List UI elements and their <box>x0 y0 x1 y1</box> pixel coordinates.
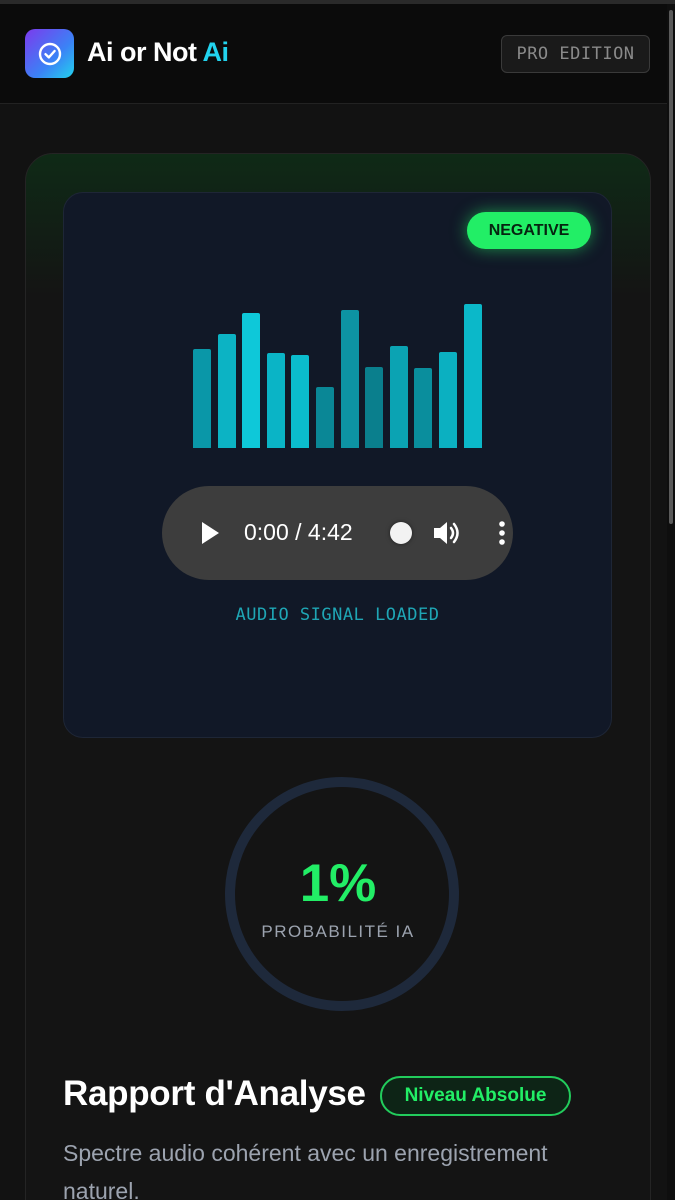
play-icon[interactable] <box>199 520 221 546</box>
pro-edition-badge: PRO EDITION <box>501 35 650 73</box>
playback-time: 0:00 / 4:42 <box>244 519 353 545</box>
app-title-main: Ai or Not <box>87 37 203 67</box>
audio-panel <box>63 192 612 738</box>
app-title: Ai or Not Ai <box>87 37 229 68</box>
confidence-level-badge: Niveau Absolue <box>380 1076 571 1116</box>
scrollbar-thumb[interactable] <box>669 10 673 524</box>
ai-probability-value: 1% <box>299 854 377 913</box>
app-title-accent: Ai <box>202 37 230 67</box>
negative-status-badge: NEGATIVE <box>467 212 591 249</box>
page-scrollbar[interactable] <box>667 4 675 1200</box>
seek-slider-handle[interactable] <box>390 522 412 544</box>
ai-probability-label: PROBABILITÉ IA <box>261 922 415 941</box>
volume-icon[interactable] <box>432 519 462 547</box>
app-header: Ai or Not Ai PRO EDITION <box>0 4 667 104</box>
audio-signal-status: AUDIO SIGNAL LOADED <box>235 605 440 625</box>
report-title: Rapport d'Analyse <box>63 1074 366 1113</box>
check-circle-icon <box>38 42 61 65</box>
more-vertical-icon[interactable] <box>497 520 507 546</box>
app-logo[interactable] <box>25 29 74 78</box>
report-description: Spectre audio cohérent avec un enregistr… <box>63 1140 548 1200</box>
